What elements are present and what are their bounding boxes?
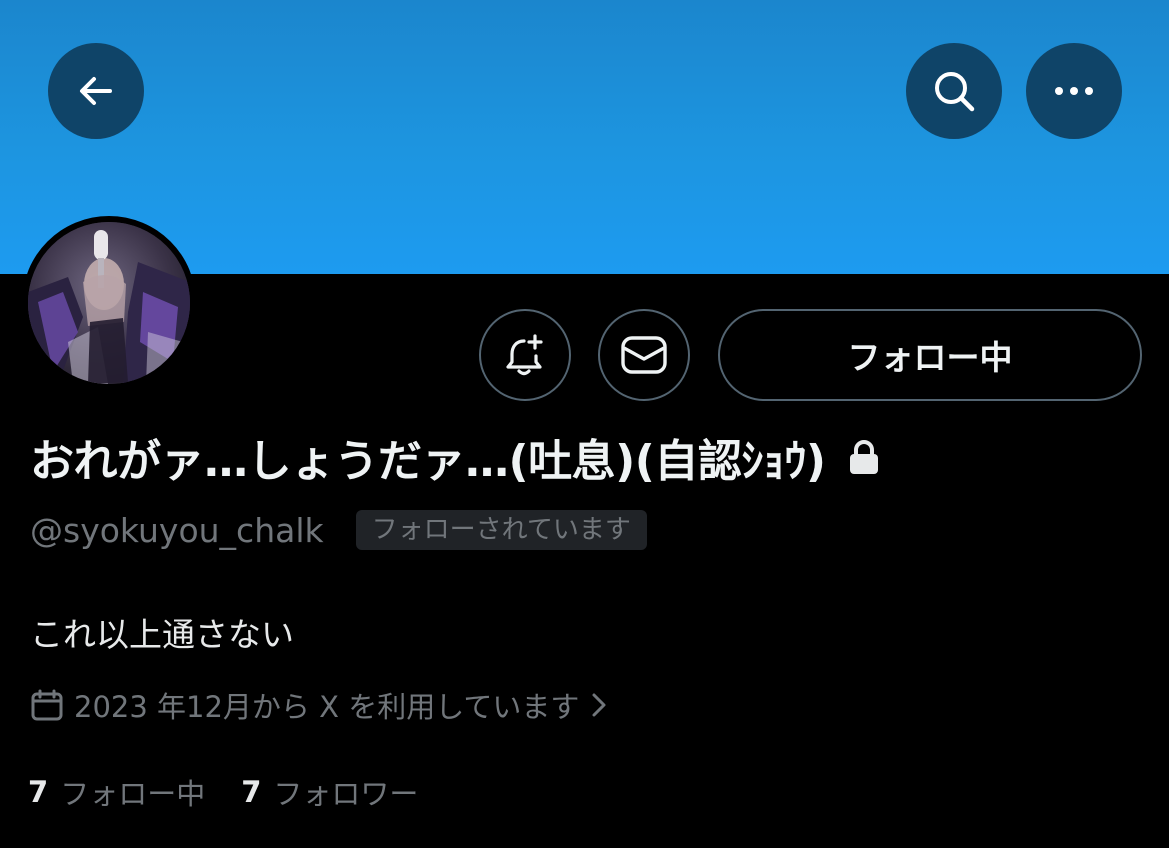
joined-date-text: 2023 年12月から X を利用しています [74, 690, 580, 724]
following-count-link[interactable]: 7 フォロー中 [28, 771, 205, 813]
followers-count-link[interactable]: 7 フォロワー [241, 771, 418, 813]
joined-date-row[interactable]: 2023 年12月から X を利用しています [30, 682, 609, 728]
bell-plus-icon [502, 332, 548, 378]
chevron-right-icon [589, 690, 609, 720]
followers-count: 7 [241, 775, 262, 809]
follow-stats: 7 フォロー中 7 フォロワー [28, 770, 418, 814]
more-button[interactable] [1026, 43, 1122, 139]
profile-screen: フォロー中 おれがァ…しょうだァ…(吐息)(自認ｼｮｳ) @syokuyou_c… [0, 0, 1169, 848]
following-label: フォロー中 [60, 777, 206, 811]
calendar-icon [30, 688, 64, 722]
notify-button[interactable] [479, 309, 571, 401]
avatar[interactable] [28, 222, 190, 384]
display-name-row: おれがァ…しょうだァ…(吐息)(自認ｼｮｳ) [30, 422, 881, 492]
profile-banner [0, 0, 1169, 274]
follows-you-badge: フォローされています [355, 510, 647, 550]
more-horizontal-icon [1052, 85, 1096, 97]
search-icon [930, 67, 978, 115]
message-button[interactable] [598, 309, 690, 401]
envelope-icon [620, 335, 668, 375]
back-button[interactable] [48, 43, 144, 139]
display-name: おれがァ…しょうだァ…(吐息)(自認ｼｮｳ) [30, 436, 826, 487]
handle-row: @syokuyou_chalk フォローされています [30, 508, 647, 552]
profile-bio: これ以上通さない [30, 615, 294, 654]
username-handle: @syokuyou_chalk [30, 510, 324, 550]
arrow-left-icon [74, 69, 118, 113]
followers-label: フォロワー [273, 777, 419, 811]
lock-icon [847, 438, 881, 476]
following-count: 7 [28, 775, 49, 809]
search-button[interactable] [906, 43, 1002, 139]
following-button[interactable]: フォロー中 [718, 309, 1142, 401]
